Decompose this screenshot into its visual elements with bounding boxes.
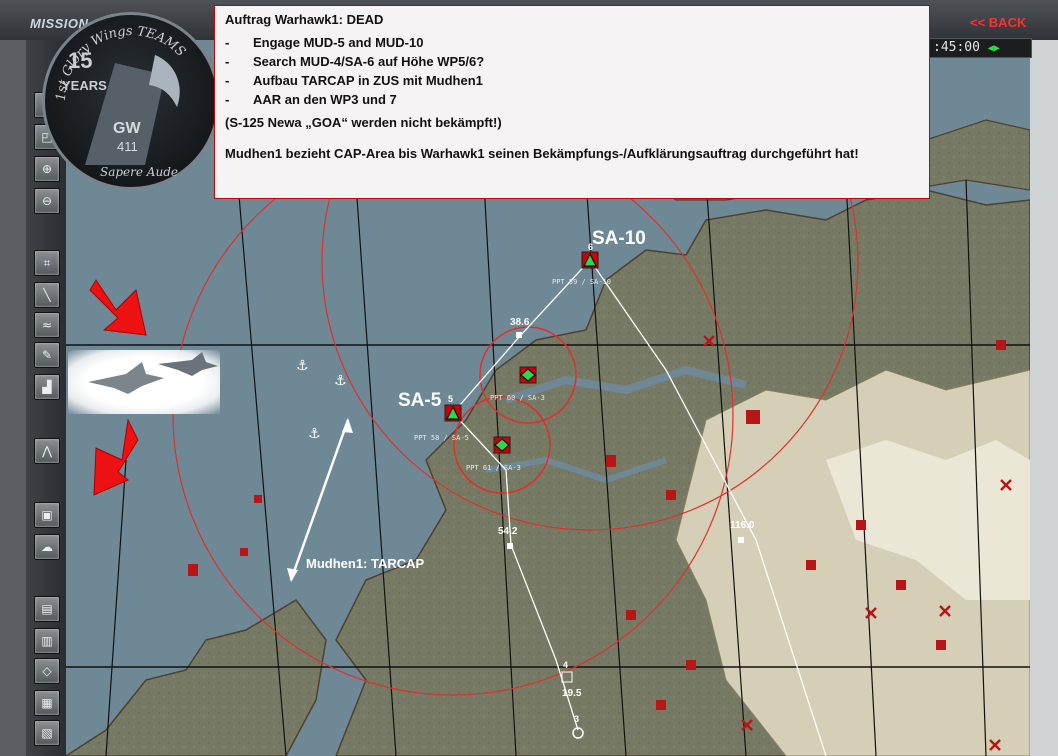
- logo-years-label: YEARS: [62, 78, 107, 93]
- route-layer-icon[interactable]: ◇: [34, 658, 60, 684]
- back-button[interactable]: << BACK: [970, 15, 1026, 30]
- altitude-label: 54.2: [498, 526, 518, 537]
- sa3-sub-label-north: PPT 60 / SA-3: [490, 394, 545, 402]
- briefing-box: Auftrag Warhawk1: DEAD Engage MUD-5 and …: [214, 5, 930, 199]
- sa5-label: SA-5: [398, 390, 442, 411]
- briefing-title: Auftrag Warhawk1: DEAD: [225, 12, 384, 27]
- sa10-sub-label: PPT 59 / SA-10: [552, 278, 611, 286]
- timer-arrows-icon[interactable]: ◀▶: [988, 43, 1000, 54]
- threat-layer-icon[interactable]: ▧: [34, 720, 60, 746]
- mission-planner-window: MISSION << BACK ✥ ◰ ⊕ ⊖ ⌗ ╲ ≈ ✎ ▟ ⋀ ▣ ☁ …: [0, 0, 1058, 756]
- squadron-logo: 1st Glory Wings TEAMS GW 411: [42, 12, 220, 190]
- list-item: Aufbau TARCAP in ZUS mit Mudhen1: [225, 71, 919, 90]
- sa5-sub-label: PPT 58 / SA-5: [414, 434, 469, 442]
- list-item: Search MUD-4/SA-6 auf Höhe WP5/6?: [225, 52, 919, 71]
- mission-timer[interactable]: :45:00 ◀▶: [928, 38, 1032, 58]
- svg-text:⚓: ⚓: [308, 426, 321, 442]
- list-item: Engage MUD-5 and MUD-10: [225, 33, 919, 52]
- altitude-label: 116.0: [730, 520, 755, 531]
- jet-icon: [88, 362, 164, 394]
- los-tool-icon[interactable]: ⋀: [34, 438, 60, 464]
- task-list: Engage MUD-5 and MUD-10 Search MUD-4/SA-…: [225, 33, 919, 109]
- sa3-sub-label-south: PPT 61 / SA-3: [466, 464, 521, 472]
- tarcap-label: Mudhen1: TARCAP: [306, 556, 425, 571]
- altitude-label: 38.6: [510, 317, 530, 328]
- terrain-profile-icon[interactable]: ≈: [34, 312, 60, 338]
- draw-line-icon[interactable]: ╲: [34, 282, 60, 308]
- tail-number: 411: [117, 139, 138, 154]
- right-edge-strip: [1030, 40, 1058, 756]
- airfield-layer-icon[interactable]: ▦: [34, 690, 60, 716]
- waypoint-marker[interactable]: [738, 537, 744, 543]
- svg-text:⚓: ⚓: [296, 358, 309, 374]
- waypoint-number: 5: [448, 394, 453, 404]
- edit-point-icon[interactable]: ✎: [34, 342, 60, 368]
- briefing-footer: Mudhen1 bezieht CAP-Area bis Warhawk1 se…: [225, 146, 859, 161]
- left-edge-strip: [0, 40, 26, 756]
- svg-text:⚓: ⚓: [334, 373, 347, 389]
- waypoint-number: 4: [563, 660, 568, 670]
- waypoint-marker[interactable]: [507, 543, 513, 549]
- briefing-note: (S-125 Newa „GOA“ werden nicht bekämpft!…: [225, 115, 502, 130]
- altitude-label: 19.5: [562, 688, 582, 699]
- jet-icon: [158, 352, 218, 376]
- logo-motto: Sapere Aude: [100, 165, 178, 179]
- ruler-tool-icon[interactable]: ⌗: [34, 250, 60, 276]
- aircraft-image: [68, 350, 220, 414]
- chart-tool-icon[interactable]: ▟: [34, 374, 60, 400]
- terrain-layer-icon[interactable]: ▥: [34, 628, 60, 654]
- list-item: AAR an den WP3 und 7: [225, 90, 919, 109]
- map-layer-icon[interactable]: ▤: [34, 596, 60, 622]
- sa10-label: SA-10: [592, 228, 646, 249]
- zoom-out-icon[interactable]: ⊖: [34, 188, 60, 214]
- unit-list-icon[interactable]: ▣: [34, 502, 60, 528]
- waypoint-number: 3: [574, 714, 579, 724]
- waypoint-marker[interactable]: [516, 332, 522, 338]
- tail-code: GW: [113, 120, 141, 137]
- waypoint-number: 6: [588, 242, 593, 252]
- weather-icon[interactable]: ☁: [34, 534, 60, 560]
- timer-value: :45:00: [933, 40, 980, 55]
- logo-years-number: 15: [68, 48, 93, 73]
